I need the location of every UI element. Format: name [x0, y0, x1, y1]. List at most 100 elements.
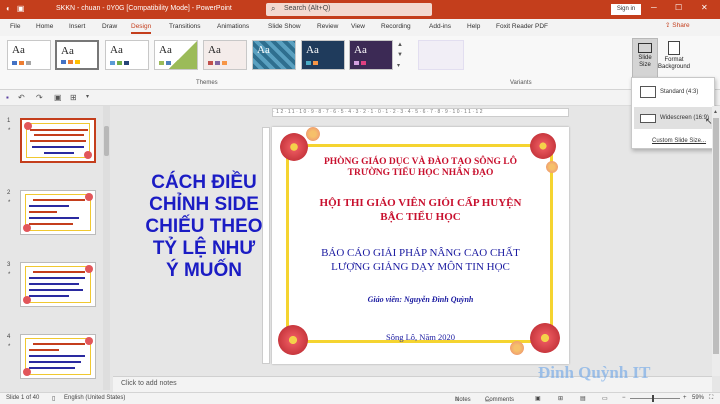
slide-contest-line2: BẬC TIỂU HỌC — [380, 211, 461, 223]
slide-thumbnail-2[interactable] — [20, 190, 96, 235]
slide-thumbnails-pane: 1 * 2 * 3 * 4 * — [0, 106, 113, 392]
standard-4-3-option[interactable]: Standard (4:3) — [634, 81, 714, 103]
slideshow-view-icon[interactable]: ▭ — [602, 395, 608, 402]
vertical-ruler — [262, 127, 270, 364]
present-icon[interactable]: ▣ — [54, 93, 62, 102]
theme-thumbnail[interactable]: Aa — [349, 40, 393, 70]
thumbnail-number: 1 — [7, 118, 11, 124]
share-button[interactable]: ⇪ Share — [665, 21, 690, 29]
thumbnail-star: * — [8, 128, 11, 134]
slide-thumbnail-3[interactable] — [20, 262, 96, 307]
tab-view[interactable]: View — [351, 23, 365, 30]
themes-scroll-up-icon[interactable]: ▲ — [397, 42, 403, 48]
tab-add-ins[interactable]: Add-ins — [429, 23, 451, 30]
slide-topic-line1: BÁO CÁO GIẢI PHÁP NÂNG CAO CHẤT — [321, 247, 520, 259]
slide-size-label-1: Slide — [638, 55, 652, 61]
variants-group-label: Variants — [510, 80, 532, 86]
slide-canvas[interactable]: PHÒNG GIÁO DỤC VÀ ĐÀO TẠO SÔNG LÔ TRƯỜNG… — [272, 127, 569, 364]
quick-access-row: ▪ ↶ ↷ ▣ ⊞ ▾ — [0, 90, 720, 106]
tab-slide-show[interactable]: Slide Show — [268, 23, 301, 30]
search-box[interactable]: ⌕ Search (Alt+Q) — [266, 3, 432, 16]
tab-draw[interactable]: Draw — [102, 23, 117, 30]
tutorial-overlay-text: CÁCH ĐIỀU CHỈNH SIDE CHIẾU THEO TỶ LỆ NH… — [134, 172, 274, 282]
share-label: Share — [672, 22, 690, 29]
maximize-icon[interactable]: ☐ — [675, 3, 682, 12]
tab-file[interactable]: File — [10, 23, 20, 30]
overlay-line: Ý MUỐN — [166, 260, 242, 281]
minimize-icon[interactable]: ─ — [651, 3, 657, 12]
zoom-in-icon[interactable]: + — [683, 395, 687, 401]
format-background-button[interactable]: Format Background — [658, 38, 690, 78]
standard-ratio-icon — [640, 86, 656, 98]
slide-size-button[interactable]: Slide Size — [632, 38, 658, 78]
flower-decoration — [510, 341, 524, 355]
comments-label: Comments — [485, 397, 515, 403]
scroll-up-icon[interactable]: ▲ — [713, 109, 718, 115]
slide-size-icon — [638, 43, 652, 53]
language-status[interactable]: English (United States) — [64, 395, 125, 401]
reading-view-icon[interactable]: ▤ — [580, 395, 586, 402]
redo-icon[interactable]: ↷ — [36, 93, 43, 102]
flower-decoration — [530, 133, 556, 159]
theme-sample-text: Aa — [110, 44, 123, 56]
zoom-out-icon[interactable]: − — [622, 395, 626, 401]
theme-sample-text: Aa — [257, 44, 270, 56]
theme-thumbnail[interactable]: Aa — [301, 40, 345, 70]
theme-sample-text: Aa — [159, 44, 172, 56]
slide-count: Slide 1 of 40 — [6, 395, 40, 401]
slide-thumbnail-4[interactable] — [20, 334, 96, 379]
spelling-icon[interactable]: ▯ — [52, 395, 55, 402]
document-title: SKKN - chuan - 0Y0G [Compatibility Mode]… — [56, 5, 232, 12]
tab-transitions[interactable]: Transitions — [169, 23, 201, 30]
slide-vertical-scrollbar[interactable]: ▲ — [712, 106, 720, 376]
watermark-text: Đinh Quỳnh IT — [538, 363, 651, 382]
tab-foxit-reader-pdf[interactable]: Foxit Reader PDF — [496, 23, 548, 30]
sign-in-button[interactable]: Sign in — [611, 4, 641, 15]
scrollbar-thumb[interactable] — [713, 118, 719, 354]
search-icon: ⌕ — [271, 4, 276, 13]
overlay-line: CÁCH ĐIỀU — [151, 172, 257, 193]
save-icon[interactable]: ▪ — [6, 93, 9, 102]
tab-insert[interactable]: Insert — [69, 23, 85, 30]
themes-more-icon[interactable]: ▾ — [397, 62, 400, 69]
themes-group-label: Themes — [196, 80, 218, 86]
zoom-level[interactable]: 59% — [692, 395, 704, 401]
theme-thumbnail[interactable]: Aa — [55, 40, 99, 70]
tab-design[interactable]: Design — [131, 23, 152, 34]
customize-qat-icon[interactable]: ▾ — [86, 93, 89, 100]
search-placeholder: Search (Alt+Q) — [284, 5, 331, 12]
slide-org-line2: TRƯỜNG TIỂU HỌC NHÂN ĐẠO — [347, 168, 494, 178]
undo-icon[interactable]: ↶ — [18, 93, 25, 102]
tab-review[interactable]: Review — [317, 23, 338, 30]
tab-home[interactable]: Home — [36, 23, 53, 30]
widescreen-16-9-option[interactable]: Widescreen (16:9) ↖ — [634, 107, 714, 129]
zoom-slider[interactable] — [630, 395, 680, 402]
close-icon[interactable]: ✕ — [701, 3, 708, 12]
theme-thumbnail[interactable]: Aa — [7, 40, 51, 70]
theme-thumbnail[interactable]: Aa — [154, 40, 198, 70]
thumbnails-scrollbar[interactable] — [103, 106, 110, 390]
variant-thumbnail[interactable] — [418, 40, 464, 70]
themes-scroll-down-icon[interactable]: ▼ — [397, 52, 403, 58]
save-icon[interactable]: ▣ — [17, 4, 25, 13]
tab-help[interactable]: Help — [467, 23, 480, 30]
widescreen-ratio-icon — [640, 114, 656, 123]
format-background-label-1: Format — [664, 57, 684, 63]
format-background-label-2: Background — [658, 64, 691, 70]
theme-thumbnail[interactable]: Aa — [105, 40, 149, 70]
slide-sorter-icon[interactable]: ⊞ — [558, 395, 563, 402]
theme-sample-text: Aa — [354, 44, 367, 56]
new-slide-icon[interactable]: ⊞ — [70, 93, 77, 102]
tab-animations[interactable]: Animations — [217, 23, 249, 30]
theme-thumbnail[interactable]: Aa — [252, 40, 296, 70]
normal-view-icon[interactable]: ▣ — [535, 395, 541, 402]
ribbon-design: Aa Aa Aa Aa Aa Aa Aa Aa ▲ ▼ ▾ Themes Var… — [0, 36, 720, 90]
autosave-icon[interactable]: ◐ — [6, 4, 11, 13]
tab-recording[interactable]: Recording — [381, 23, 411, 30]
custom-slide-size-option[interactable]: Custom Slide Size... — [652, 138, 706, 144]
slide-thumbnail-1[interactable] — [20, 118, 96, 163]
fit-slide-icon[interactable]: ⛶ — [709, 395, 713, 402]
notes-placeholder: Click to add notes — [121, 380, 177, 387]
horizontal-ruler: ·12·11·10·9·8·7·6·5·4·3·2·1·0·1·2·3·4·5·… — [272, 108, 569, 117]
theme-thumbnail[interactable]: Aa — [203, 40, 247, 70]
